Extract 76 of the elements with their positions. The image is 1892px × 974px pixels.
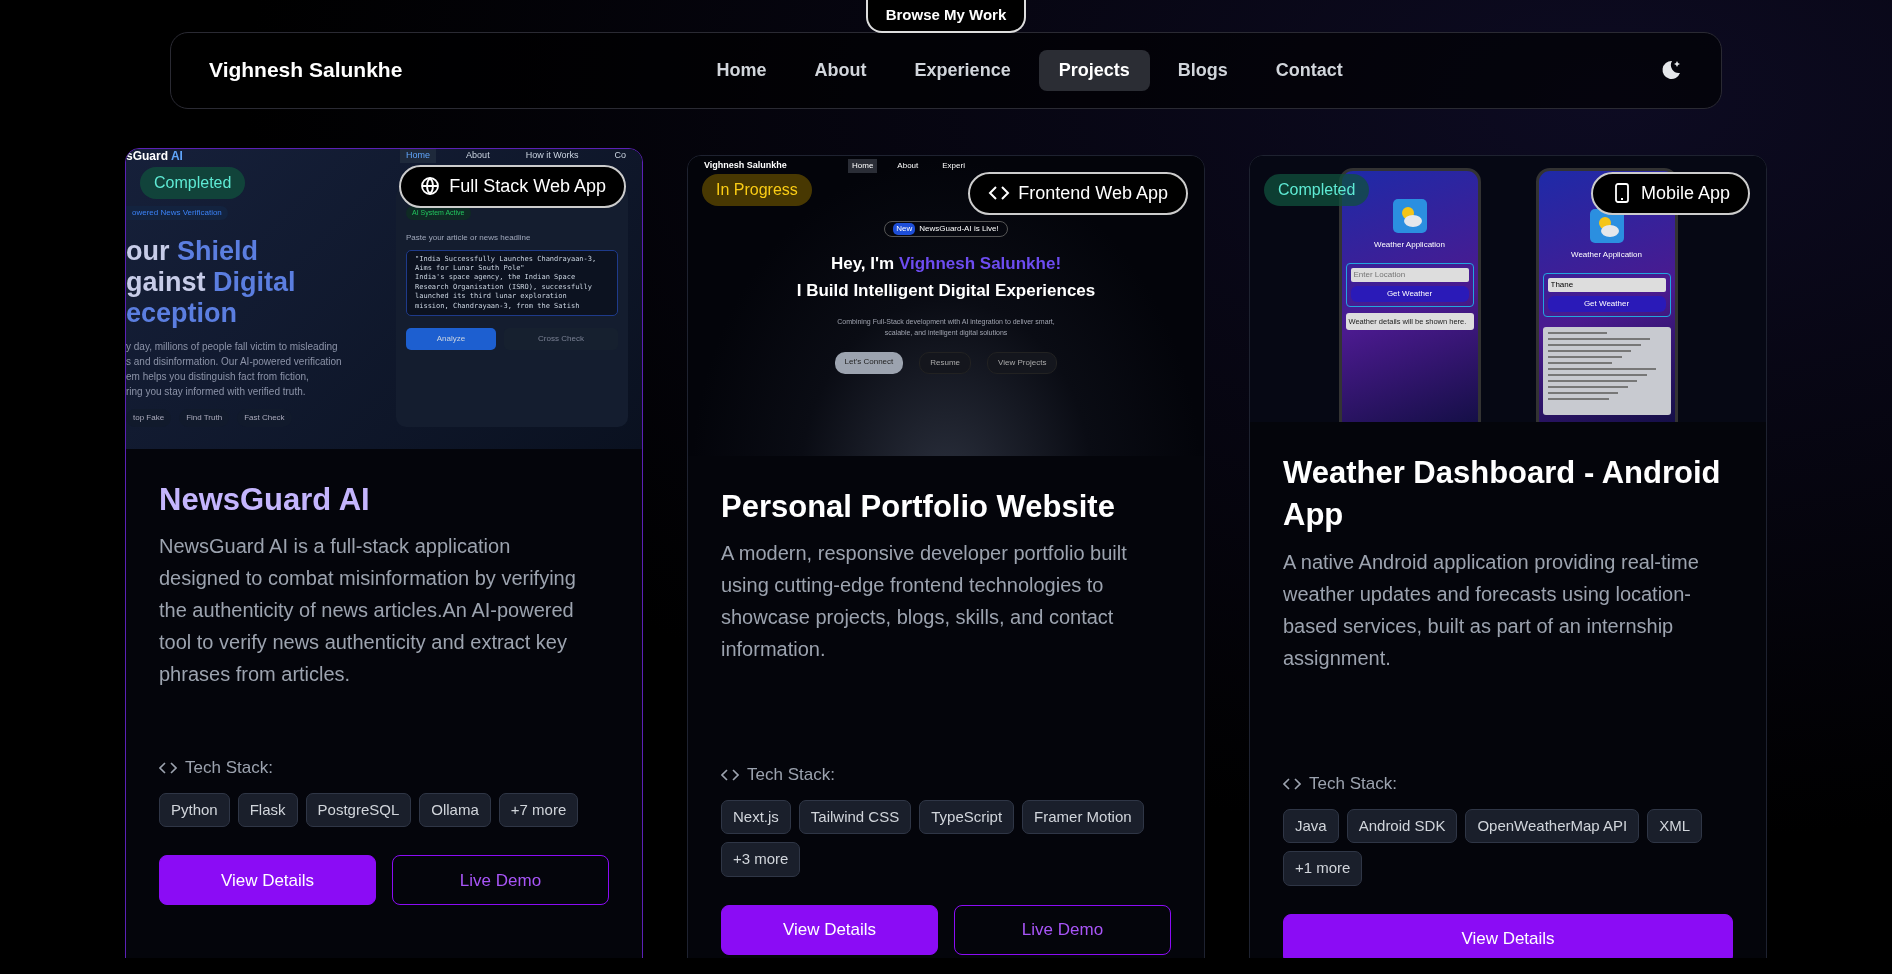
site-logo: sGuard AI	[126, 148, 183, 165]
analyze-button[interactable]: Analyze	[406, 328, 496, 351]
project-type-badge: Full Stack Web App	[399, 164, 626, 208]
project-description: A modern, responsive developer portfolio built using cutting-edge frontend technologies to showcase projects, blogs, skills, and contact information.	[721, 541, 1128, 663]
site-nav-link[interactable]: Home	[400, 149, 437, 163]
site-paragraph: y day, millions of people fall victim to misleading s and disinformation. Our AI-powered verification em helps you distinguish fact from fiction, ring you stay informed with verified truth.	[126, 339, 343, 399]
new-tag: New	[893, 222, 916, 235]
tech-tag: Framer Motion	[1022, 799, 1144, 835]
code-icon	[1283, 776, 1301, 791]
tech-tag: Android SDK	[1346, 808, 1458, 843]
tech-tag: Python	[159, 792, 230, 828]
status-badge: Completed	[140, 166, 246, 199]
site-nav-link[interactable]: About	[460, 149, 496, 163]
project-title: NewsGuard AI	[159, 480, 371, 519]
tech-tag: OpenWeatherMap API	[1465, 808, 1640, 843]
tech-tag: Flask	[237, 792, 298, 828]
tech-tag: XML	[1647, 808, 1703, 843]
hero-heading: Hey, I'm Vighnesh Salunkhe!	[830, 252, 1062, 275]
tech-tag: PostgreSQL	[305, 792, 412, 828]
live-demo-button[interactable]: Live Demo	[392, 855, 609, 906]
project-title: Personal Portfolio Website	[721, 487, 1116, 526]
tech-stack-label: Tech Stack:	[747, 764, 835, 787]
nav-link[interactable]: Blogs	[1157, 49, 1248, 91]
view-details-button[interactable]: View Details	[721, 904, 938, 955]
tech-stack-label: Tech Stack:	[1309, 773, 1397, 795]
location-input[interactable]: Thane	[1547, 277, 1666, 292]
nav-link[interactable]: About	[794, 49, 887, 91]
site-nav-link[interactable]: Experi	[938, 158, 969, 173]
tech-tag: TypeScript	[919, 799, 1015, 835]
project-type-badge: Frontend Web App	[968, 171, 1188, 215]
site-heading: our Shield gainst Digital eception	[126, 235, 297, 329]
brand-name[interactable]: Vighnesh Salunkhe	[209, 54, 403, 86]
tech-tag: Tailwind CSS	[798, 799, 912, 835]
get-weather-button[interactable]: Get Weather	[1547, 295, 1666, 312]
tech-tag: +1 more	[1283, 851, 1363, 886]
announcement-text: NewsGuard-AI is Live!	[919, 222, 999, 235]
status-badge: In Progress	[702, 173, 812, 206]
tech-tag: Ollama	[419, 792, 491, 828]
site-logo: Vighnesh Salunkhe	[704, 158, 788, 172]
tech-tag: Java	[1283, 808, 1339, 843]
tech-stack-label: Tech Stack:	[185, 757, 273, 780]
hero-subheading: I Build Intelligent Digital Experiences	[796, 280, 1096, 302]
site-nav-link[interactable]: Co	[608, 149, 632, 163]
tech-tag: Next.js	[721, 799, 791, 835]
tech-tag: +7 more	[498, 792, 579, 828]
nav-link[interactable]: Projects	[1038, 49, 1150, 91]
view-details-button[interactable]: View Details	[1283, 913, 1733, 958]
app-title: Weather Application	[1571, 248, 1642, 261]
app-title: Weather Application	[1374, 238, 1445, 251]
site-badge: owered News Verification	[126, 205, 228, 220]
nav-link[interactable]: Home	[696, 49, 787, 91]
tech-tag: +3 more	[721, 842, 801, 877]
site-chip: top Fake	[126, 408, 172, 427]
browse-work-pill[interactable]: Browse My Work	[865, 0, 1027, 33]
site-nav-link[interactable]: About	[893, 158, 923, 173]
code-icon	[159, 761, 177, 776]
site-nav-link[interactable]: Home	[848, 158, 878, 173]
hero-button[interactable]: Resume	[919, 351, 972, 374]
nav-link[interactable]: Contact	[1255, 49, 1363, 91]
project-description: NewsGuard AI is a full-stack application designed to combat misinformation by verifying the authenticity of news articles.An AI-powered tool to verify news authenticity and extract key phrases from articles.	[159, 534, 577, 688]
live-demo-button[interactable]: Live Demo	[954, 904, 1171, 955]
weather-app-icon	[1392, 198, 1427, 233]
site-nav-link[interactable]: How it Works	[519, 149, 585, 163]
status-badge: Completed	[1264, 173, 1370, 206]
code-icon	[721, 768, 739, 783]
nav-link[interactable]: Experience	[894, 49, 1031, 91]
location-input[interactable]: Enter Location	[1350, 267, 1469, 282]
project-description: A native Android application providing real-time weather updates and forecasts using location-based services, built as part of an internship assignment.	[1283, 550, 1700, 671]
hero-button[interactable]: Let's Connect	[834, 351, 904, 374]
hero-button[interactable]: View Projects	[987, 351, 1058, 374]
get-weather-button[interactable]: Get Weather	[1350, 285, 1469, 302]
site-label: Paste your article or news headline	[406, 231, 532, 244]
project-type-badge: Mobile App	[1590, 171, 1750, 215]
view-details-button[interactable]: View Details	[159, 855, 376, 906]
project-title: Weather Dashboard - Android App	[1283, 454, 1722, 535]
globe-icon	[419, 175, 442, 197]
